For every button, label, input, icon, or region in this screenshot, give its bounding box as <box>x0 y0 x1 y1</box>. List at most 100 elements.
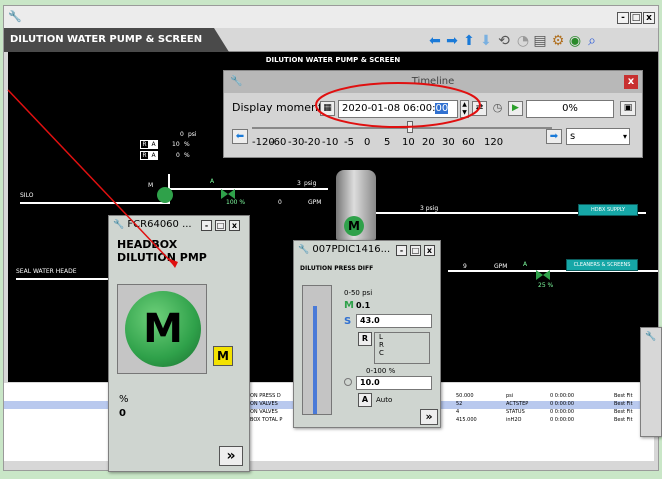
table-cell: Best Fit <box>614 401 633 407</box>
history-icon[interactable]: ⟲ <box>496 33 512 49</box>
calendar-icon[interactable]: ▦ <box>320 101 335 116</box>
pump-more-button[interactable]: » <box>219 446 243 466</box>
pump-icon[interactable] <box>157 187 173 203</box>
timeline-tick: -60 <box>270 137 287 148</box>
sync-icon[interactable]: ⇄ <box>472 101 487 116</box>
a-indicator-2[interactable]: A <box>149 151 158 160</box>
pump-app-icon: 🔧 <box>113 220 125 230</box>
clock-icon[interactable]: ◷ <box>490 101 505 116</box>
a-indicator[interactable]: A <box>149 140 158 149</box>
timeline-dialog: 🔧 Timeline x Display moment: ▦ 2020-01-0… <box>223 70 643 158</box>
display-moment-label: Display moment: <box>232 101 326 114</box>
seal-water-label: SEAL WATER HEADE <box>16 268 77 275</box>
timeline-slider-thumb[interactable] <box>407 121 413 133</box>
chevron-down-icon: ▾ <box>622 132 627 141</box>
arrow-up-icon[interactable]: ⬆ <box>461 33 477 49</box>
pump-mode-badge[interactable]: M <box>213 346 233 366</box>
table-cell: psi <box>506 393 514 399</box>
pdic-r-button[interactable]: R <box>358 332 372 346</box>
timeline-forward-button[interactable]: ➡ <box>546 129 562 144</box>
play-icon[interactable]: ▶ <box>508 101 523 116</box>
pump-motor-icon[interactable]: M <box>125 291 201 367</box>
timeline-back-button[interactable]: ⬅ <box>232 129 248 144</box>
timeline-tick: 0 <box>364 137 371 148</box>
refresh-icon[interactable]: ◔ <box>515 33 531 49</box>
seal-pipe <box>16 278 116 280</box>
arrow-down-icon[interactable]: ⬇ <box>478 33 494 49</box>
print-icon[interactable]: ▤ <box>532 33 548 49</box>
pdic-lrc-box[interactable]: L R C <box>374 332 430 364</box>
pdic-min-button[interactable]: - <box>396 245 407 256</box>
psig-unit: psig <box>304 180 317 187</box>
valve-pct: 100 % <box>226 199 246 206</box>
flow-9: 9 <box>463 263 467 270</box>
arrow-left-icon[interactable]: ⬅ <box>427 33 443 49</box>
save-icon[interactable]: ▣ <box>620 101 636 116</box>
arrow-right-icon[interactable]: ➡ <box>444 33 460 49</box>
pdic-header: 🔧 007PDIC1416... - □ x <box>294 241 440 259</box>
pdic-bar-fill <box>313 306 317 414</box>
unit-select-value: s <box>570 131 576 142</box>
table-cell: 0 0:00:00 <box>550 417 575 423</box>
valve-icon-2[interactable] <box>536 265 550 280</box>
pdic-m-label: M <box>344 300 354 311</box>
pdic-output-field[interactable]: 10.0 <box>356 376 432 390</box>
valve-icon[interactable] <box>221 184 235 199</box>
pump-pct-unit: % <box>119 394 129 405</box>
pdic-max-button[interactable]: □ <box>410 245 421 256</box>
tools-icon[interactable]: ⚙ <box>550 33 566 49</box>
datetime-seconds: 00 <box>435 103 449 114</box>
timeline-tick: 20 <box>422 137 435 148</box>
pdic-setpoint-field[interactable]: 43.0 <box>356 314 432 328</box>
pdic-name: DILUTION PRESS DIFF <box>300 265 374 272</box>
timeline-tick: 5 <box>384 137 391 148</box>
datetime-spinner[interactable]: ▲ ▼ <box>460 100 469 118</box>
valve-pct-2: 25 % <box>538 282 554 289</box>
maximize-button[interactable]: □ <box>630 12 642 24</box>
table-cell: 50.000 <box>456 393 474 399</box>
pdic-m-value: 0.1 <box>356 301 371 310</box>
timeline-slider-track[interactable] <box>252 127 552 129</box>
tab-dilution[interactable]: DILUTION WATER PUMP & SCREEN <box>4 28 229 52</box>
timeline-tick: 120 <box>484 137 504 148</box>
cleaners-screens-button[interactable]: CLEANERS & SCREENS <box>566 259 638 271</box>
timeline-tick: -10 <box>322 137 339 148</box>
timeline-close-button[interactable]: x <box>624 75 638 89</box>
pdic-title: 007PDIC1416... <box>312 244 391 255</box>
unit-select[interactable]: s ▾ <box>566 128 630 145</box>
globe-icon[interactable]: ◉ <box>567 33 583 49</box>
pump-icon-frame: M <box>117 284 207 374</box>
pump-max-button[interactable]: □ <box>215 220 226 231</box>
pdic-more-button[interactable]: » <box>420 409 438 425</box>
pump-value: 0 <box>119 408 126 419</box>
pump-header: 🔧 FCR64060 ... - □ x <box>109 216 249 234</box>
r-indicator-2[interactable]: R <box>140 151 149 160</box>
minimize-button[interactable]: - <box>617 12 629 24</box>
pump-min-button[interactable]: - <box>201 220 212 231</box>
value-0: 0 <box>176 152 180 159</box>
pump-close-button[interactable]: x <box>229 220 240 231</box>
pdic-faceplate: 🔧 007PDIC1416... - □ x DILUTION PRESS DI… <box>293 240 441 428</box>
pdic-output-radio[interactable] <box>344 378 352 386</box>
datetime-field[interactable]: 2020-01-08 06:00:00 <box>338 100 458 118</box>
silo-pipe <box>20 202 168 204</box>
timeline-tick: 60 <box>462 137 475 148</box>
r-indicator[interactable]: R <box>140 140 149 149</box>
timeline-title: Timeline <box>411 76 455 87</box>
table-cell: ON VALVES <box>250 401 278 407</box>
table-cell: STATUS <box>506 409 525 415</box>
hdbx-supply-button[interactable]: HDBX SUPPLY <box>578 204 638 216</box>
table-cell: Best Fit <box>614 417 633 423</box>
search-icon[interactable]: ⌕ <box>584 33 600 49</box>
timeline-header: 🔧 Timeline x <box>224 71 642 93</box>
pdic-bar-frame <box>302 285 332 415</box>
pdic-a-button[interactable]: A <box>358 393 372 407</box>
side-faceplate: 🔧 <box>640 327 662 437</box>
timeline-app-icon: 🔧 <box>230 76 243 87</box>
table-cell: 0 0:00:00 <box>550 409 575 415</box>
pdic-close-button[interactable]: x <box>424 245 435 256</box>
screen-motor[interactable]: M <box>344 216 364 236</box>
top-strip: 🔧 - □ x <box>4 6 658 28</box>
close-button[interactable]: x <box>643 12 655 24</box>
pdic-auto-label: Auto <box>376 396 393 404</box>
